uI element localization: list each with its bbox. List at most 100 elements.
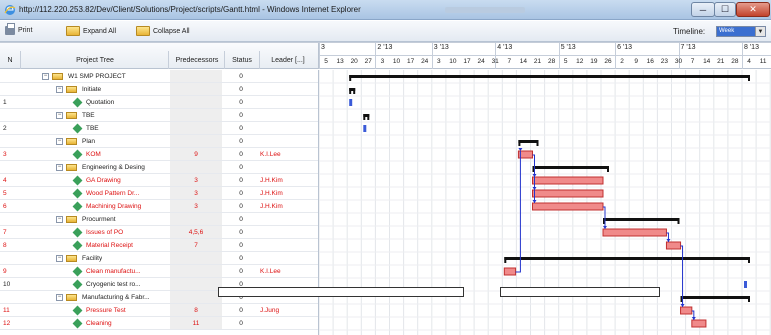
collapse-toggle-icon[interactable]: −: [56, 86, 63, 93]
status-cell[interactable]: 0: [224, 70, 258, 83]
status-cell[interactable]: 0: [224, 226, 258, 239]
predecessors-cell[interactable]: [170, 291, 222, 303]
leader-cell[interactable]: K.I.Lee: [260, 265, 316, 278]
status-cell[interactable]: 0: [224, 252, 258, 265]
table-row[interactable]: 5 Wood Pattern Dr... 3 0 J.H.Kim: [0, 187, 318, 200]
task-name[interactable]: Pressure Test: [86, 304, 126, 317]
predecessors-cell[interactable]: [170, 135, 222, 147]
predecessors-cell[interactable]: [170, 213, 222, 225]
table-row[interactable]: 6 Machining Drawing 3 0 J.H.Kim: [0, 200, 318, 213]
summary-bar-cap[interactable]: [367, 114, 370, 120]
table-row[interactable]: − Plan 0: [0, 135, 318, 148]
table-row[interactable]: − Initiate 0: [0, 83, 318, 96]
predecessors-cell[interactable]: [170, 122, 222, 134]
summary-bar-cap[interactable]: [748, 257, 750, 263]
table-row[interactable]: − Facility 0: [0, 252, 318, 265]
predecessors-cell[interactable]: 3: [170, 200, 222, 212]
task-bar[interactable]: [532, 176, 604, 185]
table-row[interactable]: 2 TBE 0: [0, 122, 318, 135]
timeline-select[interactable]: Week ▼: [716, 26, 766, 37]
table-row[interactable]: − TBE 0: [0, 109, 318, 122]
summary-bar-cap[interactable]: [504, 257, 507, 263]
predecessors-cell[interactable]: [170, 96, 222, 108]
table-row[interactable]: − W1 SMP PROJECT 0: [0, 70, 318, 83]
maximize-button[interactable]: ☐: [714, 2, 736, 17]
table-row[interactable]: 9 Clean manufactu... 0 K.I.Lee: [0, 265, 318, 278]
collapse-toggle-icon[interactable]: −: [56, 138, 63, 145]
collapse-all-button[interactable]: Collapse All: [136, 26, 190, 36]
task-name[interactable]: TBE: [86, 122, 99, 135]
summary-bar[interactable]: [680, 296, 750, 299]
status-cell[interactable]: 0: [224, 317, 258, 330]
table-row[interactable]: − Engineering & Desing 0: [0, 161, 318, 174]
status-cell[interactable]: 0: [224, 135, 258, 148]
collapse-toggle-icon[interactable]: −: [56, 294, 63, 301]
predecessors-cell[interactable]: [170, 252, 222, 264]
task-name[interactable]: W1 SMP PROJECT: [68, 70, 126, 83]
table-row[interactable]: 11 Pressure Test 8 0 J.Jung: [0, 304, 318, 317]
table-row[interactable]: 4 GA Drawing 3 0 J.H.Kim: [0, 174, 318, 187]
summary-bar[interactable]: [349, 75, 750, 78]
summary-bar-cap[interactable]: [536, 140, 539, 146]
table-row[interactable]: 1 Quotation 0: [0, 96, 318, 109]
status-cell[interactable]: 0: [224, 239, 258, 252]
collapse-toggle-icon[interactable]: −: [56, 216, 63, 223]
summary-bar-cap[interactable]: [349, 88, 352, 94]
predecessors-cell[interactable]: 3: [170, 187, 222, 199]
predecessors-cell[interactable]: 11: [170, 317, 222, 329]
predecessors-cell[interactable]: [170, 161, 222, 173]
task-bar[interactable]: [602, 228, 667, 237]
status-cell[interactable]: 0: [224, 96, 258, 109]
col-divider[interactable]: [20, 51, 21, 69]
col-divider[interactable]: [168, 51, 169, 69]
task-name[interactable]: Wood Pattern Dr...: [86, 187, 139, 200]
task-name[interactable]: Engineering & Desing: [82, 161, 145, 174]
predecessors-cell[interactable]: 8: [170, 304, 222, 316]
task-name[interactable]: TBE: [82, 109, 95, 122]
summary-bar-cap[interactable]: [518, 140, 521, 146]
task-name[interactable]: Clean manufactu...: [86, 265, 141, 278]
task-name[interactable]: Manufacturing & Fabr...: [82, 291, 150, 304]
collapse-toggle-icon[interactable]: −: [56, 112, 63, 119]
col-n-header[interactable]: N: [4, 57, 16, 64]
summary-bar-cap[interactable]: [607, 166, 609, 172]
task-bar[interactable]: [744, 281, 747, 288]
summary-bar[interactable]: [532, 166, 610, 169]
leader-cell[interactable]: J.Jung: [260, 304, 316, 317]
leader-cell[interactable]: K.I.Lee: [260, 148, 316, 161]
summary-bar-cap[interactable]: [748, 75, 750, 81]
table-row[interactable]: 7 Issues of PO 4,5,6 0: [0, 226, 318, 239]
expand-all-button[interactable]: Expand All: [66, 26, 116, 36]
task-bar[interactable]: [532, 189, 604, 198]
col-pred-header[interactable]: Predecessors: [170, 57, 224, 64]
col-leader-header[interactable]: Leader [...]: [260, 57, 316, 64]
summary-bar[interactable]: [518, 140, 539, 143]
predecessors-cell[interactable]: [170, 83, 222, 95]
predecessors-cell[interactable]: 4,5,6: [170, 226, 222, 238]
task-name[interactable]: KOM: [86, 148, 101, 161]
task-name[interactable]: Procurment: [82, 213, 116, 226]
task-name[interactable]: Cryogenic test ro...: [86, 278, 141, 291]
predecessors-cell[interactable]: [170, 278, 222, 290]
collapse-toggle-icon[interactable]: −: [42, 73, 49, 80]
task-bar[interactable]: [691, 319, 707, 328]
predecessors-cell[interactable]: [170, 265, 222, 277]
print-button[interactable]: Print: [5, 23, 32, 35]
task-name[interactable]: Material Receipt: [86, 239, 133, 252]
leader-cell[interactable]: J.H.Kim: [260, 187, 316, 200]
summary-bar-cap[interactable]: [363, 114, 366, 120]
predecessors-cell[interactable]: 7: [170, 239, 222, 251]
collapse-toggle-icon[interactable]: −: [56, 164, 63, 171]
task-bar[interactable]: [665, 241, 682, 250]
table-row[interactable]: 8 Material Receipt 7 0: [0, 239, 318, 252]
table-row[interactable]: − Procurment 0: [0, 213, 318, 226]
summary-bar-cap[interactable]: [677, 218, 680, 224]
predecessors-cell[interactable]: 9: [170, 148, 222, 160]
leader-cell[interactable]: J.H.Kim: [260, 200, 316, 213]
minimize-button[interactable]: ─: [691, 2, 715, 17]
collapse-toggle-icon[interactable]: −: [56, 255, 63, 262]
status-cell[interactable]: 0: [224, 161, 258, 174]
task-name[interactable]: Cleaning: [86, 317, 112, 330]
status-cell[interactable]: 0: [224, 187, 258, 200]
task-bar[interactable]: [363, 125, 367, 132]
